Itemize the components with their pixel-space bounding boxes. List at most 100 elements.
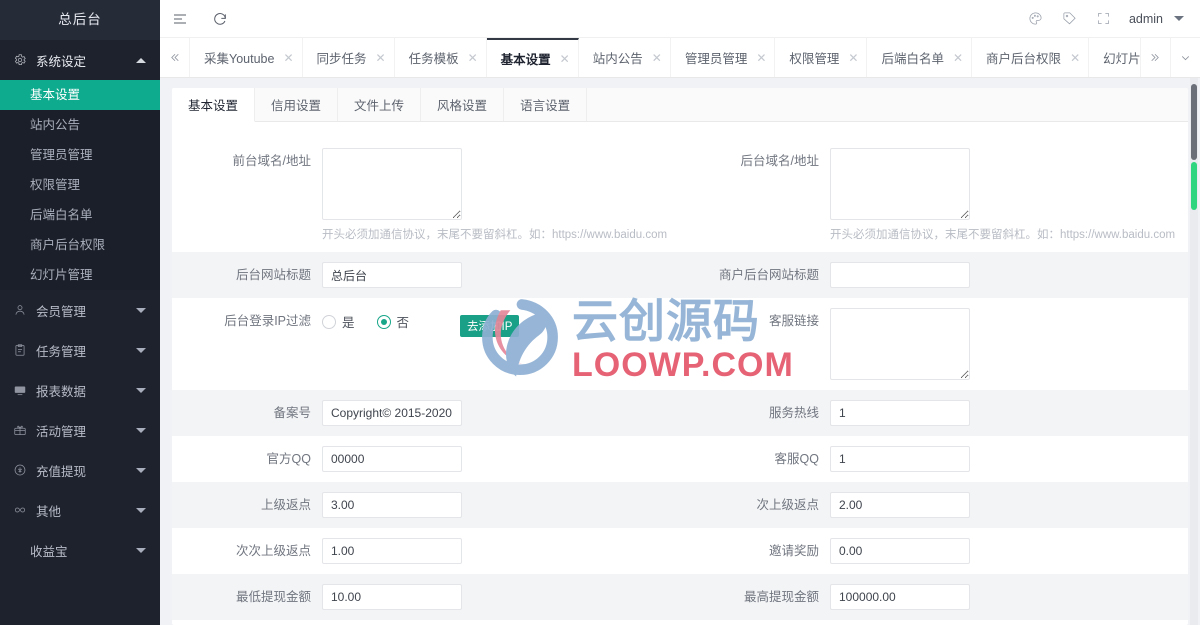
parent-rebate-input[interactable] bbox=[322, 492, 462, 518]
field-label: 客服QQ bbox=[774, 452, 819, 466]
tab-label: 任务模板 bbox=[408, 52, 459, 66]
field-second-parent-rebate: 次上级返点 bbox=[680, 482, 1188, 528]
sub-tab-bar: 基本设置 信用设置 文件上传 风格设置 语言设置 bbox=[172, 88, 1188, 122]
close-icon[interactable]: ✕ bbox=[283, 52, 293, 64]
chevron-down-icon bbox=[136, 427, 146, 433]
subtab-language-settings[interactable]: 语言设置 bbox=[504, 88, 588, 121]
field-label: 备案号 bbox=[273, 406, 311, 420]
refresh-icon[interactable] bbox=[200, 0, 240, 38]
gear-icon bbox=[12, 52, 28, 68]
sidebar-group-recharge[interactable]: 充值提现 bbox=[0, 450, 160, 490]
content-scrollbar[interactable] bbox=[1190, 78, 1198, 625]
close-icon[interactable]: ✕ bbox=[376, 52, 386, 64]
field-backend-domain: 后台域名/地址 开头必须加通信协议，末尾不要留斜杠。如：https://www.… bbox=[680, 138, 1188, 252]
tab-permission-manage[interactable]: 权限管理 ✕ bbox=[775, 38, 868, 77]
sidebar-group-activity[interactable]: 活动管理 bbox=[0, 410, 160, 450]
close-icon[interactable]: ✕ bbox=[756, 52, 766, 64]
service-hotline-input[interactable] bbox=[830, 400, 970, 426]
form-row-rebate-1: 上级返点 次上级返点 bbox=[172, 482, 1188, 528]
chevron-down-icon bbox=[136, 307, 146, 313]
sidebar-item-admin-manage[interactable]: 管理员管理 bbox=[0, 140, 160, 170]
radio-yes[interactable]: 是 bbox=[322, 312, 355, 331]
record-number-input[interactable] bbox=[322, 400, 462, 426]
close-icon[interactable]: ✕ bbox=[652, 52, 662, 64]
tab-backend-whitelist[interactable]: 后端白名单 ✕ bbox=[867, 38, 973, 77]
field-service-hotline: 服务热线 bbox=[680, 390, 1188, 436]
field-label: 后台登录IP过滤 bbox=[224, 314, 311, 328]
frontend-domain-textarea[interactable] bbox=[322, 148, 462, 220]
menu-fold-icon[interactable] bbox=[160, 0, 200, 38]
settings-form: 前台域名/地址 开头必须加通信协议，末尾不要留斜杠。如：https://www.… bbox=[172, 122, 1188, 625]
subtab-file-upload[interactable]: 文件上传 bbox=[338, 88, 422, 121]
field-merchant-site-title: 商户后台网站标题 bbox=[680, 252, 1188, 298]
sidebar-item-merchant-permission[interactable]: 商户后台权限 bbox=[0, 230, 160, 260]
tab-site-notice[interactable]: 站内公告 ✕ bbox=[579, 38, 671, 77]
close-icon[interactable]: ✕ bbox=[468, 52, 478, 64]
radio-label: 是 bbox=[342, 316, 355, 330]
sidebar-group-member[interactable]: 会员管理 bbox=[0, 290, 160, 330]
tab-slider-manage[interactable]: 幻灯片管理 ✕ bbox=[1089, 38, 1140, 77]
tab-collect-youtube[interactable]: 采集Youtube ✕ bbox=[190, 38, 303, 77]
tag-icon[interactable] bbox=[1053, 0, 1087, 38]
close-icon[interactable]: ✕ bbox=[953, 52, 963, 64]
field-label: 后台网站标题 bbox=[235, 268, 311, 282]
tab-admin-manage[interactable]: 管理员管理 ✕ bbox=[671, 38, 776, 77]
tabs-scroll-left-icon[interactable] bbox=[160, 38, 190, 77]
settings-card: 基本设置 信用设置 文件上传 风格设置 语言设置 前台域名/地址 开头必须加通信… bbox=[172, 88, 1188, 625]
chevron-down-icon bbox=[136, 507, 146, 513]
close-icon[interactable]: ✕ bbox=[848, 52, 858, 64]
sidebar-item-shouyibao[interactable]: 收益宝 bbox=[0, 530, 160, 570]
sidebar-item-basic-settings[interactable]: 基本设置 bbox=[0, 80, 160, 110]
backend-domain-textarea[interactable] bbox=[830, 148, 970, 220]
subtab-style-settings[interactable]: 风格设置 bbox=[421, 88, 505, 121]
sidebar-item-slider-manage[interactable]: 幻灯片管理 bbox=[0, 260, 160, 290]
service-link-textarea[interactable] bbox=[830, 308, 970, 380]
close-icon[interactable]: ✕ bbox=[560, 53, 570, 65]
support-qq-input[interactable] bbox=[830, 446, 970, 472]
chevron-down-icon bbox=[136, 547, 146, 553]
tab-merchant-permission[interactable]: 商户后台权限 ✕ bbox=[972, 38, 1090, 77]
chevron-down-icon bbox=[136, 387, 146, 393]
form-row-withdraw: 最低提现金额 最高提现金额 bbox=[172, 574, 1188, 620]
min-withdraw-input[interactable] bbox=[322, 584, 462, 610]
sidebar-group-task[interactable]: 任务管理 bbox=[0, 330, 160, 370]
merchant-site-title-input[interactable] bbox=[830, 262, 970, 288]
tab-label: 站内公告 bbox=[592, 52, 643, 66]
tabs-scroll-right-icon[interactable] bbox=[1140, 38, 1170, 77]
second-parent-rebate-input[interactable] bbox=[830, 492, 970, 518]
close-icon[interactable]: ✕ bbox=[1070, 52, 1080, 64]
sidebar-group-system[interactable]: 系统设定 bbox=[0, 40, 160, 80]
max-withdraw-input[interactable] bbox=[830, 584, 970, 610]
sidebar-group-other[interactable]: 其他 bbox=[0, 490, 160, 530]
tab-basic-settings[interactable]: 基本设置 ✕ bbox=[486, 38, 579, 77]
palette-icon[interactable] bbox=[1019, 0, 1053, 38]
tab-task-template[interactable]: 任务模板 ✕ bbox=[395, 38, 487, 77]
sidebar-item-backend-whitelist[interactable]: 后端白名单 bbox=[0, 200, 160, 230]
tab-sync-task[interactable]: 同步任务 ✕ bbox=[303, 38, 395, 77]
form-row-rebate-2: 次次上级返点 邀请奖励 bbox=[172, 528, 1188, 574]
scrollbar-progress[interactable] bbox=[1191, 162, 1197, 210]
field-label: 官方QQ bbox=[266, 452, 311, 466]
backend-site-title-input[interactable] bbox=[322, 262, 462, 288]
subtab-credit-settings[interactable]: 信用设置 bbox=[255, 88, 339, 121]
tabs-dropdown-icon[interactable] bbox=[1170, 38, 1200, 77]
official-qq-input[interactable] bbox=[322, 446, 462, 472]
user-menu[interactable]: admin bbox=[1121, 12, 1200, 26]
radio-no[interactable]: 否 bbox=[376, 312, 409, 331]
third-parent-rebate-input[interactable] bbox=[322, 538, 462, 564]
sidebar-item-site-notice[interactable]: 站内公告 bbox=[0, 110, 160, 140]
tab-label: 基本设置 bbox=[500, 53, 551, 67]
chart-icon bbox=[12, 382, 28, 398]
subtab-basic-settings[interactable]: 基本设置 bbox=[172, 88, 256, 122]
tabs-right-controls bbox=[1140, 38, 1200, 77]
field-hint: 开头必须加通信协议，末尾不要留斜杠。如：https://www.baidu.co… bbox=[322, 229, 668, 241]
sidebar-group-report[interactable]: 报表数据 bbox=[0, 370, 160, 410]
sidebar-item-permission-manage[interactable]: 权限管理 bbox=[0, 170, 160, 200]
invite-reward-input[interactable] bbox=[830, 538, 970, 564]
add-ip-button[interactable]: 去添加IP bbox=[460, 315, 520, 337]
field-min-withdraw: 最低提现金额 bbox=[172, 574, 680, 620]
sidebar-logo: 总后台 bbox=[0, 0, 160, 40]
fullscreen-icon[interactable] bbox=[1087, 0, 1121, 38]
scrollbar-thumb[interactable] bbox=[1191, 84, 1197, 160]
clipboard-icon bbox=[12, 342, 28, 358]
